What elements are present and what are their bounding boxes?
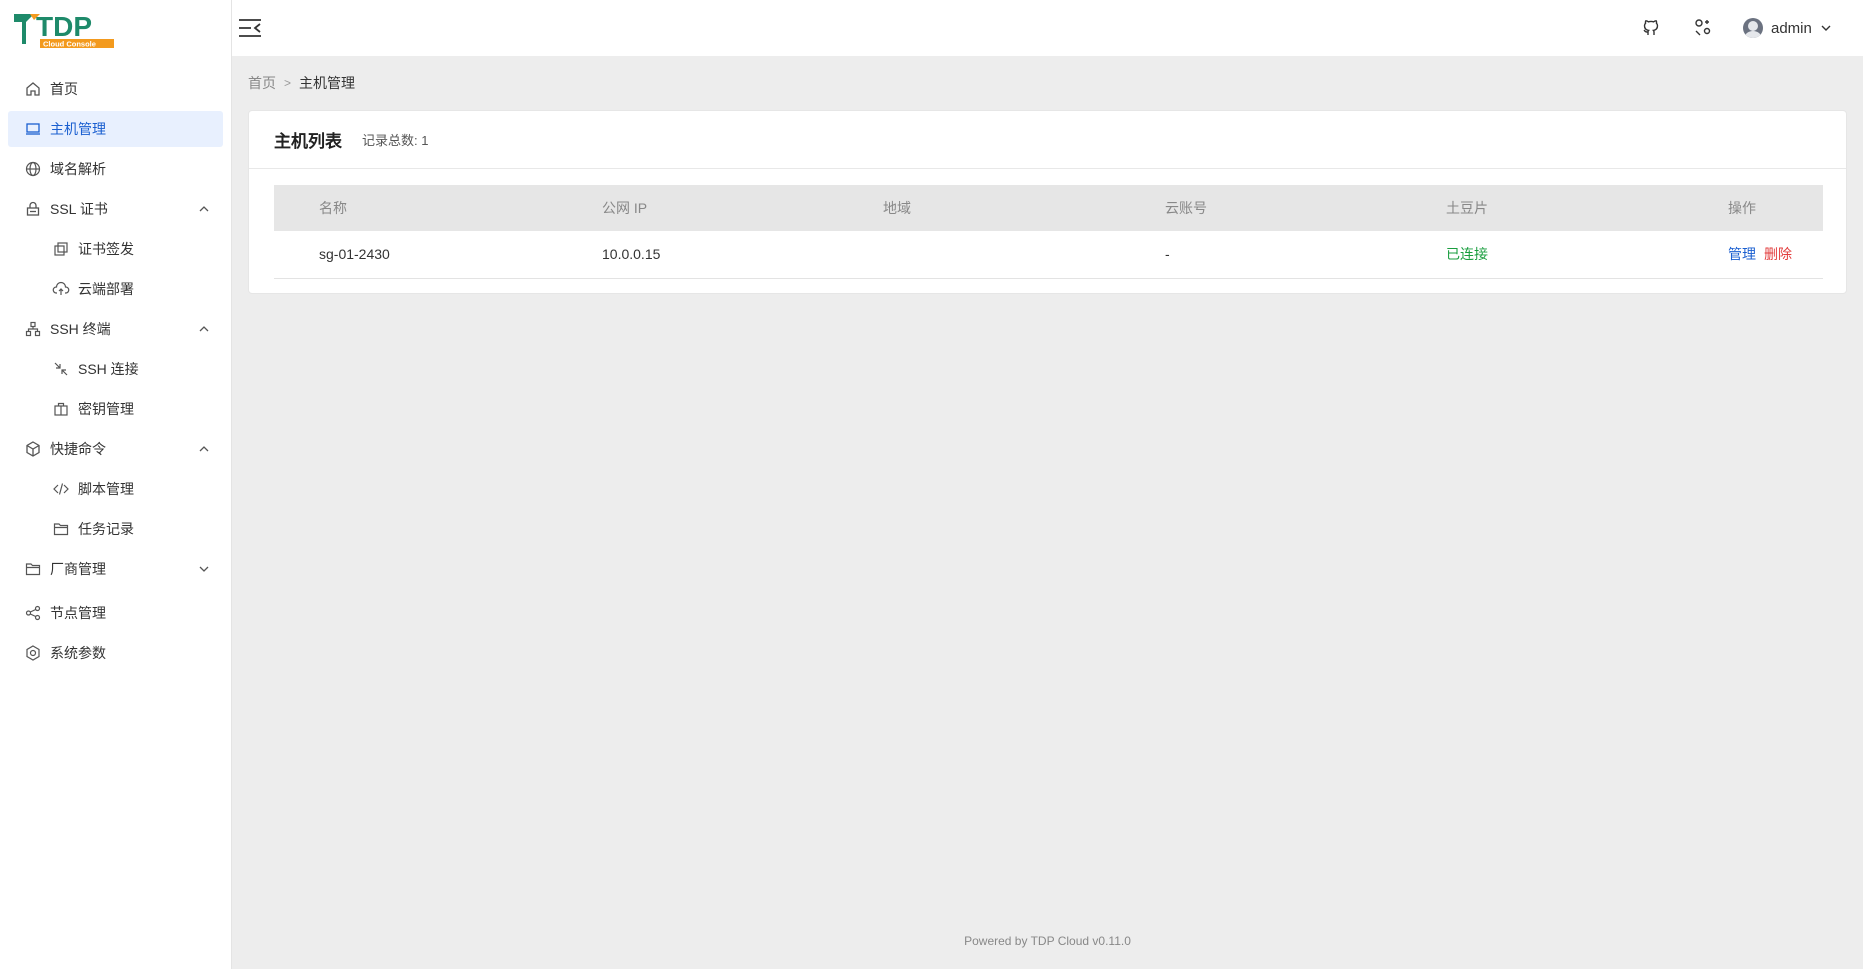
sidebar-item-label: 快捷命令 [50,441,106,457]
collapse-menu-icon[interactable] [236,14,264,42]
sidebar-item-ssl[interactable]: SSL 证书 [8,191,223,227]
lock-icon [24,200,42,218]
sidebar-item-cloud-deploy[interactable]: 云端部署 [8,271,223,307]
sidebar-item-keys[interactable]: 密钥管理 [8,391,223,427]
sidebar-item-label: 主机管理 [50,121,106,137]
sidebar-item-dns[interactable]: 域名解析 [8,151,223,187]
globe-icon [24,160,42,178]
column-header-account[interactable]: 云账号 [1120,185,1401,231]
code-icon [52,480,70,498]
username: admin [1771,19,1812,37]
monitor-icon [24,120,42,138]
sidebar-item-scripts[interactable]: 脚本管理 [8,471,223,507]
cell-region [838,231,1120,278]
chevron-right-icon: > [284,76,292,90]
column-header-status[interactable]: 土豆片 [1401,185,1683,231]
home-icon [24,80,42,98]
chevron-up-icon[interactable] [197,202,211,216]
column-header-region[interactable]: 地域 [838,185,1120,231]
host-table: 名称 公网 IP 地域 云账号 土豆片 操作 sg-01-2430 10.0.0… [274,185,1823,279]
column-header-name[interactable]: 名称 [274,185,557,231]
tdp-logo-icon: TDP Cloud Console [14,11,114,49]
sidebar-item-label: SSH 连接 [78,361,139,377]
sidebar-item-label: SSH 终端 [50,321,111,337]
cell-account: - [1165,246,1170,263]
sidebar-item-system[interactable]: 系统参数 [8,635,223,671]
folder-icon [24,560,42,578]
cell-actions: 管理 删除 [1683,231,1823,278]
sidebar-item-commands[interactable]: 快捷命令 [8,431,223,467]
network-icon [24,320,42,338]
sidebar-item-nodes[interactable]: 节点管理 [8,595,223,631]
sidebar-item-label: 密钥管理 [78,401,134,417]
breadcrumb: 首页 > 主机管理 [248,72,355,94]
user-menu[interactable]: admin [1743,14,1832,42]
sidebar-item-ssh[interactable]: SSH 终端 [8,311,223,347]
delete-link[interactable]: 删除 [1764,246,1792,262]
avatar [1743,18,1763,38]
theme-toggle-icon[interactable] [1692,16,1714,38]
table-row: sg-01-2430 10.0.0.15 - 已连接 管理 删除 [274,231,1823,278]
sidebar-item-tasks[interactable]: 任务记录 [8,511,223,547]
logo-tagline: Cloud Console [43,40,96,49]
sidebar-item-ssh-connect[interactable]: SSH 连接 [8,351,223,387]
sidebar-item-label: 首页 [50,81,78,97]
column-header-actions: 操作 [1728,200,1756,216]
sidebar-item-vendors[interactable]: 厂商管理 [8,551,223,587]
briefcase-icon [52,400,70,418]
sidebar-item-label: 域名解析 [50,161,106,177]
chevron-up-icon[interactable] [197,322,211,336]
share-icon [24,604,42,622]
chevron-down-icon[interactable] [197,562,211,576]
host-list-card: 主机列表 记录总数: 1 名称 公网 IP 地域 云账号 土豆片 操作 sg-0… [248,110,1847,294]
sidebar-item-label: SSL 证书 [50,201,108,217]
chevron-down-icon [1821,25,1831,31]
sidebar-nav: 首页 主机管理 域名解析 SSL 证书 证书签发 云端部署 SSH 终端 SSH… [0,56,231,671]
sidebar-item-label: 任务记录 [78,521,134,537]
column-header-ip[interactable]: 公网 IP [557,185,838,231]
sidebar-item-label: 脚本管理 [78,481,134,497]
record-count: 记录总数: 1 [362,133,429,148]
sidebar-item-label: 节点管理 [50,605,106,621]
sidebar-item-label: 系统参数 [50,645,106,661]
github-icon[interactable] [1640,16,1662,38]
folder-icon [52,520,70,538]
top-header: admin [232,0,1863,56]
cell-name: sg-01-2430 [319,246,390,263]
sidebar-item-cert-issue[interactable]: 证书签发 [8,231,223,267]
sidebar-item-label: 厂商管理 [50,561,106,577]
chevron-up-icon[interactable] [197,442,211,456]
manage-link[interactable]: 管理 [1728,246,1756,262]
footer-text: Powered by TDP Cloud v0.11.0 [964,934,1131,948]
cell-ip: 10.0.0.15 [602,246,661,263]
logo[interactable]: TDP Cloud Console [0,0,231,56]
cube-icon [24,440,42,458]
cloud-upload-icon [52,280,70,298]
card-header: 主机列表 记录总数: 1 [249,111,1846,169]
card-title: 主机列表 [274,132,342,151]
copy-icon [52,240,70,258]
arrows-icon [52,360,70,378]
status-badge: 已连接 [1446,246,1488,263]
sidebar-item-label: 云端部署 [78,281,134,297]
breadcrumb-current: 主机管理 [299,75,356,91]
sidebar: TDP Cloud Console 首页 主机管理 域名解析 SSL 证书 证书… [0,0,232,969]
sidebar-item-label: 证书签发 [78,241,134,257]
table-header-row: 名称 公网 IP 地域 云账号 土豆片 操作 [274,185,1823,231]
breadcrumb-home[interactable]: 首页 [248,73,276,93]
sidebar-item-hosts[interactable]: 主机管理 [8,111,223,147]
settings-icon [24,644,42,662]
sidebar-item-home[interactable]: 首页 [8,71,223,107]
logo-letters: TDP [36,11,92,42]
